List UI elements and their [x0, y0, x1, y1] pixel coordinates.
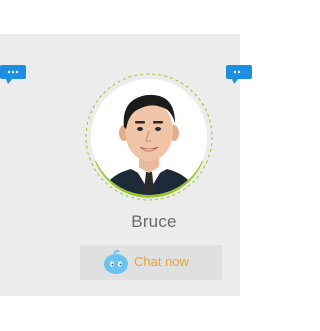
person-portrait-icon [91, 79, 207, 195]
right-chat-bubble-button[interactable] [226, 65, 252, 85]
chat-bubble-mascot-icon [104, 249, 128, 274]
chat-now-label: Chat now [134, 254, 189, 269]
page: Bruce Chat now [0, 0, 252, 331]
chat-bubble-icon [226, 65, 252, 84]
chat-now-button[interactable]: Chat now [80, 245, 222, 280]
left-chat-bubble-button[interactable] [0, 65, 26, 85]
avatar [84, 72, 214, 202]
avatar-photo [91, 79, 207, 195]
profile-name: Bruce [131, 212, 177, 231]
chat-bubble-icon [0, 65, 26, 84]
